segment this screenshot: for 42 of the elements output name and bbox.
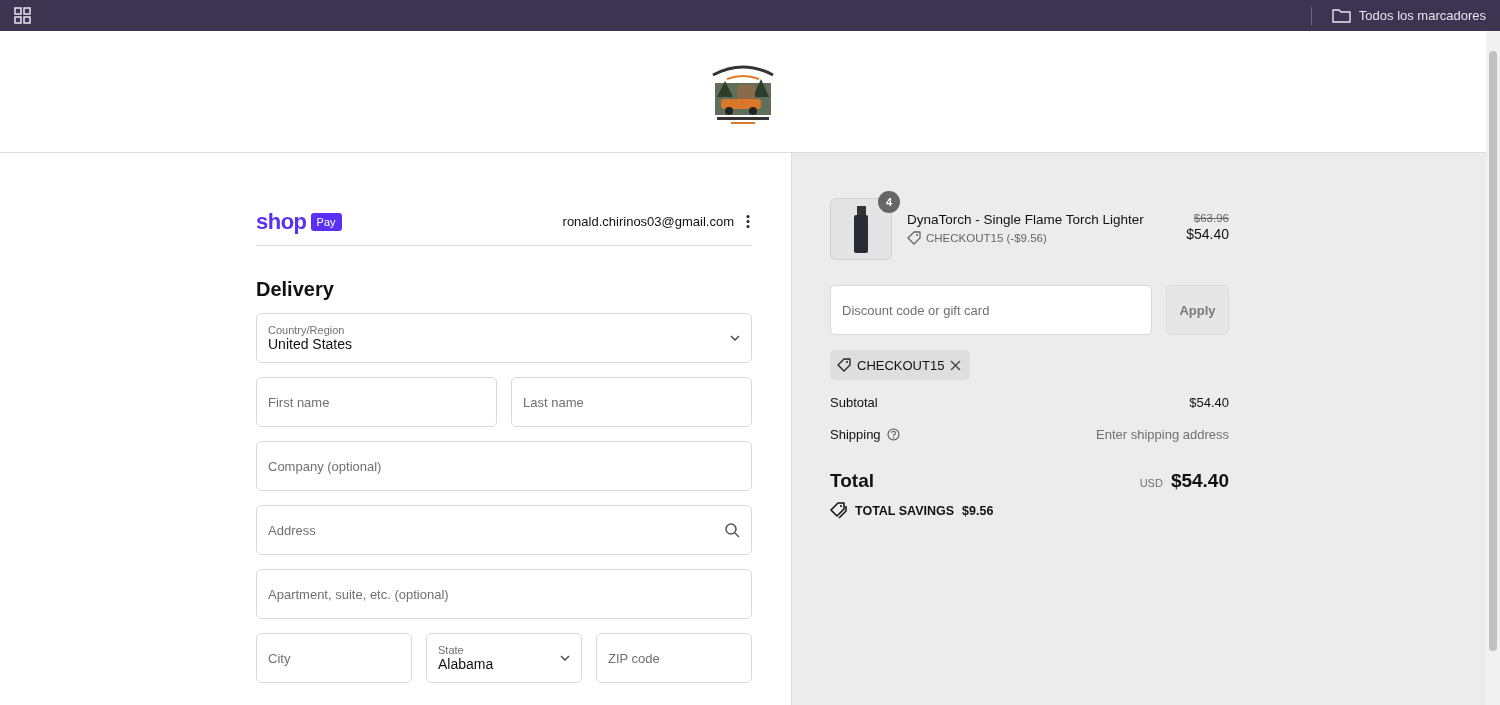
lighter-drawing bbox=[854, 205, 868, 253]
total-amount: $54.40 bbox=[1170, 470, 1229, 492]
discount-label: CHECKOUT15 (-$9.56) bbox=[926, 232, 1047, 244]
scrollbar-thumb[interactable] bbox=[1489, 51, 1497, 651]
item-price: $54.40 bbox=[1186, 226, 1229, 242]
input-field[interactable]: Address bbox=[256, 505, 752, 555]
input-field[interactable]: Last name bbox=[511, 377, 752, 427]
summary-label: Shipping bbox=[830, 427, 881, 442]
search-icon[interactable] bbox=[725, 522, 740, 538]
savings-label: TOTAL SAVINGS bbox=[855, 503, 955, 518]
summary-value: Enter shipping address bbox=[1096, 427, 1229, 442]
quantity-badge: 4 bbox=[878, 191, 900, 213]
chevron-down-icon bbox=[730, 335, 740, 341]
discount-code-field[interactable]: Discount code or gift card bbox=[830, 285, 1152, 335]
tags-icon bbox=[830, 502, 847, 519]
input-field[interactable]: Apartment, suite, etc. (optional) bbox=[256, 569, 752, 619]
apps-grid-icon[interactable] bbox=[14, 7, 31, 24]
bookmarks-button[interactable]: Todos los marcadores bbox=[1331, 7, 1486, 24]
tag-icon bbox=[907, 231, 921, 245]
more-icon[interactable] bbox=[746, 214, 750, 229]
currency-code: USD bbox=[1139, 477, 1163, 489]
summary-label: Subtotal bbox=[830, 395, 878, 410]
input-field[interactable]: First name bbox=[256, 377, 497, 427]
tag-icon bbox=[837, 358, 851, 372]
original-price: $63.96 bbox=[1193, 212, 1229, 224]
savings-amount: $9.56 bbox=[962, 503, 994, 518]
total-label: Total bbox=[830, 470, 874, 492]
select-field[interactable]: Country/Region United States bbox=[256, 313, 752, 363]
folder-icon bbox=[1331, 7, 1351, 24]
help-icon[interactable] bbox=[886, 428, 900, 441]
input-field[interactable]: Company (optional) bbox=[256, 441, 752, 491]
summary-value: $54.40 bbox=[1189, 395, 1229, 410]
close-icon[interactable] bbox=[950, 359, 962, 371]
shop-pay-logo: shop Pay bbox=[256, 210, 342, 233]
input-field[interactable]: ZIP code bbox=[596, 633, 752, 683]
account-email: ronald.chirinos03@gmail.com bbox=[562, 214, 734, 229]
chevron-down-icon bbox=[560, 655, 570, 661]
product-name: DynaTorch - Single Flame Torch Lighter bbox=[907, 212, 1145, 227]
input-field[interactable]: City bbox=[256, 633, 412, 683]
select-field[interactable]: State Alabama bbox=[426, 633, 582, 683]
section-heading: Delivery bbox=[256, 278, 335, 301]
discount-tag: CHECKOUT15 bbox=[830, 350, 971, 380]
